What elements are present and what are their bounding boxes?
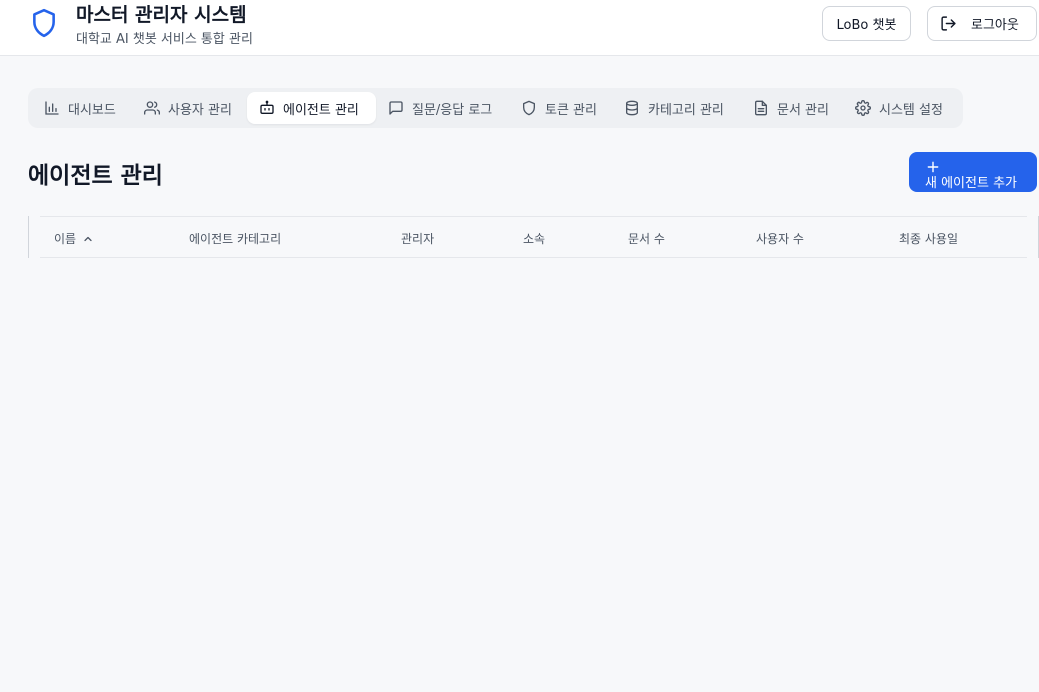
tab-agents[interactable]: 에이전트 관리	[247, 92, 376, 124]
plus-icon	[927, 161, 939, 173]
tab-categories[interactable]: 카테고리 관리	[612, 92, 741, 124]
column-header-name[interactable]: 이름	[54, 230, 94, 247]
chatbot-button[interactable]: LoBo 챗봇	[822, 6, 911, 41]
column-header-affiliation[interactable]: 소속	[523, 230, 545, 247]
tab-label: 시스템 설정	[879, 102, 943, 118]
column-header-user-count[interactable]: 사용자 수	[756, 230, 804, 247]
chatbot-button-label: LoBo 챗봇	[836, 18, 897, 33]
bot-icon	[260, 100, 274, 114]
add-agent-button[interactable]: 새 에이전트 추가	[909, 152, 1037, 192]
message-square-icon	[389, 101, 403, 115]
logout-button-label: 로그아웃	[971, 18, 1019, 33]
shield-logo-icon	[33, 8, 55, 38]
tab-settings[interactable]: 시스템 설정	[843, 92, 959, 124]
column-header-manager[interactable]: 관리자	[401, 230, 434, 247]
table-header: 이름 에이전트 카테고리 관리자 소속 문서 수 사용자 수 최종 사용일	[40, 216, 1027, 258]
users-icon	[144, 101, 160, 115]
app-title: 마스터 관리자 시스템	[76, 4, 247, 26]
chevron-up-icon	[84, 236, 92, 241]
app-header: 마스터 관리자 시스템 대학교 AI 챗봇 서비스 통합 관리 LoBo 챗봇 …	[0, 0, 1039, 56]
gear-icon	[855, 100, 871, 116]
column-header-document-count[interactable]: 문서 수	[628, 230, 665, 247]
tab-label: 대시보드	[68, 102, 116, 118]
logout-button[interactable]: 로그아웃	[927, 6, 1037, 41]
database-icon	[626, 100, 638, 116]
tab-label: 질문/응답 로그	[412, 102, 493, 118]
add-agent-button-label: 새 에이전트 추가	[925, 176, 1017, 191]
shield-icon	[523, 100, 535, 116]
tab-label: 에이전트 관리	[283, 102, 359, 118]
tab-label: 문서 관리	[777, 102, 829, 118]
main-tabs: 대시보드 사용자 관리 에이전트 관리 질문/응답 로그 토큰 관리 카테고리 …	[28, 88, 963, 128]
column-header-last-used[interactable]: 최종 사용일	[899, 230, 958, 247]
tab-documents[interactable]: 문서 관리	[741, 92, 843, 124]
tab-logs[interactable]: 질문/응답 로그	[376, 92, 509, 124]
page-title: 에이전트 관리	[28, 163, 163, 189]
tab-label: 카테고리 관리	[648, 102, 724, 118]
bar-chart-icon	[45, 101, 59, 115]
column-header-category[interactable]: 에이전트 카테고리	[189, 230, 281, 247]
tab-label: 사용자 관리	[168, 102, 232, 118]
tab-label: 토큰 관리	[545, 102, 597, 118]
app-subtitle: 대학교 AI 챗봇 서비스 통합 관리	[76, 32, 253, 47]
tab-tokens[interactable]: 토큰 관리	[509, 92, 612, 124]
file-text-icon	[755, 100, 767, 116]
logout-icon	[941, 16, 956, 31]
tab-users[interactable]: 사용자 관리	[132, 92, 247, 124]
tab-dashboard[interactable]: 대시보드	[32, 92, 132, 124]
agents-table: 이름 에이전트 카테고리 관리자 소속 문서 수 사용자 수 최종 사용일	[28, 216, 1039, 258]
